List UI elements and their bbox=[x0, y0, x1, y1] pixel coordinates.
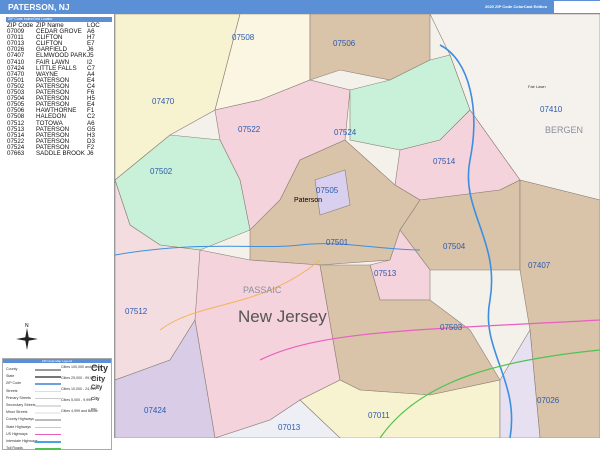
legend-line bbox=[35, 419, 61, 421]
legend-line bbox=[35, 433, 61, 436]
state-label: New Jersey bbox=[238, 307, 327, 326]
legend-item: County bbox=[6, 367, 18, 371]
legend-item: Streets bbox=[6, 388, 18, 393]
zip-label-07508[interactable]: 07508 bbox=[232, 33, 255, 42]
legend-line bbox=[35, 441, 61, 443]
legend-line bbox=[35, 383, 61, 385]
index-cell: 07663 bbox=[7, 149, 25, 157]
zip-label-07524[interactable]: 07524 bbox=[334, 128, 357, 137]
legend-item: County Highways bbox=[6, 417, 34, 422]
zip-index-table: ZIP Code ZIP Name LOC 07009 CEDAR GROVE A6… bbox=[7, 22, 107, 157]
legend-city-sample: City bbox=[91, 396, 100, 401]
zip-label-07407[interactable]: 07407 bbox=[528, 261, 551, 270]
zip-label-07505[interactable]: 07505 bbox=[316, 186, 339, 195]
legend-item: Toll Roads bbox=[6, 446, 23, 450]
legend-item: State Highways bbox=[6, 424, 31, 429]
zip-label-07504[interactable]: 07504 bbox=[443, 242, 466, 251]
zip-label-07503[interactable]: 07503 bbox=[440, 323, 463, 332]
zip-label-07011[interactable]: 07011 bbox=[368, 411, 390, 420]
zip-label-07513[interactable]: 07513 bbox=[374, 269, 397, 278]
legend-line bbox=[35, 448, 61, 450]
zip-label-07502[interactable]: 07502 bbox=[150, 167, 173, 176]
legend-line bbox=[35, 376, 61, 378]
county-label-passaic: PASSAIC bbox=[243, 285, 282, 295]
county-label-bergen: BERGEN bbox=[545, 125, 583, 135]
legend-item: Primary Streets bbox=[6, 395, 31, 400]
zip-label-07410[interactable]: 07410 bbox=[540, 105, 563, 114]
legend-line bbox=[35, 405, 61, 407]
city-label: Paterson bbox=[294, 197, 322, 204]
legend-item: US Highways bbox=[6, 431, 28, 436]
zip-label-07506[interactable]: 07506 bbox=[333, 39, 356, 48]
zip-label-07512[interactable]: 07512 bbox=[125, 307, 148, 316]
legend-city-sample: City bbox=[91, 374, 106, 383]
legend-line bbox=[35, 426, 61, 429]
legend-item: Minor Streets bbox=[6, 410, 28, 415]
zip-label-07424[interactable]: 07424 bbox=[144, 406, 167, 415]
zip-label-07470[interactable]: 07470 bbox=[152, 97, 175, 106]
town-label: Fair Lawn bbox=[528, 84, 546, 89]
zip-label-07514[interactable]: 07514 bbox=[433, 157, 456, 166]
map-legend: ZIP Code Map Legend County State ZIP Code S… bbox=[2, 358, 112, 450]
legend-item: Secondary Streets bbox=[6, 403, 36, 407]
publisher-logo bbox=[554, 1, 600, 13]
edition-label: 2020 ZIP Code ColorCast Edition bbox=[485, 4, 548, 9]
zip-label-07522[interactable]: 07522 bbox=[238, 125, 261, 134]
legend-item: ZIP Code bbox=[6, 381, 22, 386]
zip-label-07013[interactable]: 07013 bbox=[278, 423, 301, 432]
map-title: PATERSON, NJ bbox=[8, 2, 70, 12]
header-bar: PATERSON, NJ 2020 ZIP Code ColorCast Edi… bbox=[0, 0, 600, 14]
zip-map[interactable]: 07508 07506 07470 07410 07522 07524 07514 07502… bbox=[115, 14, 600, 438]
index-cell: J6 bbox=[87, 149, 94, 157]
legend-line bbox=[35, 369, 61, 371]
legend-city-class: Cities 5,000 - 9,999 bbox=[61, 398, 93, 402]
legend-line bbox=[35, 390, 61, 393]
legend-city-sample: City bbox=[91, 407, 97, 411]
zip-label-07501[interactable]: 07501 bbox=[326, 238, 349, 247]
legend-city-sample: City bbox=[91, 363, 109, 373]
legend-city-sample: City bbox=[91, 385, 103, 391]
compass-rose-icon: N bbox=[14, 322, 40, 355]
legend-line bbox=[35, 397, 61, 400]
index-row: 07663 SADDLE BROOK J6 bbox=[7, 149, 107, 157]
legend-line bbox=[35, 412, 61, 414]
index-cell: SADDLE BROOK bbox=[36, 149, 85, 157]
side-panel: ZIP Code Index/Grid Locator ZIP Code ZIP… bbox=[0, 14, 115, 450]
legend-item: Interstate Highways bbox=[6, 439, 38, 443]
zip-label-07026[interactable]: 07026 bbox=[537, 396, 560, 405]
legend-item: State bbox=[6, 374, 15, 379]
